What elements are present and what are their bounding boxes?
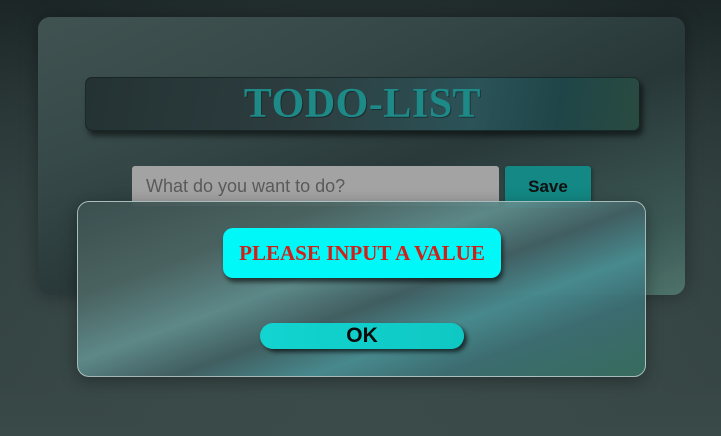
alert-dialog: PLEASE INPUT A VALUE OK	[77, 201, 646, 377]
title-banner: TODO-LIST	[85, 77, 640, 131]
alert-message-box: PLEASE INPUT A VALUE	[223, 228, 501, 278]
alert-message: PLEASE INPUT A VALUE	[239, 240, 485, 265]
app-title: TODO-LIST	[243, 81, 482, 127]
todo-input[interactable]	[132, 166, 499, 206]
ok-button[interactable]: OK	[260, 323, 464, 349]
